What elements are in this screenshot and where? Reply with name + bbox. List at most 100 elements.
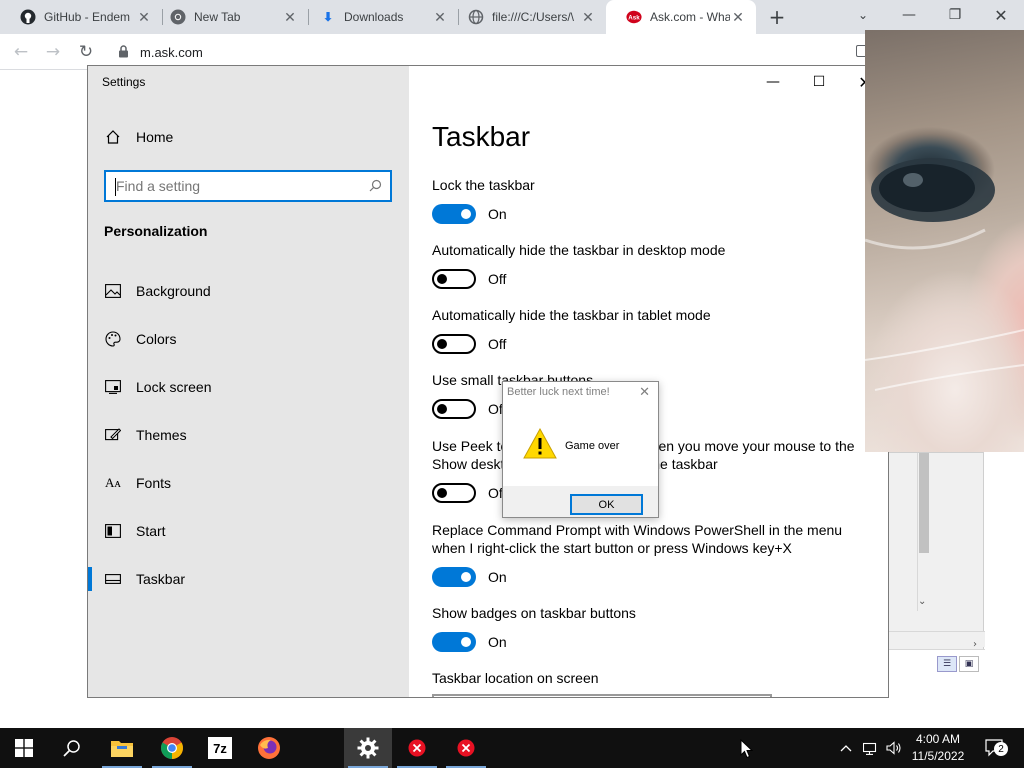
forward-arrow-icon[interactable]: → <box>42 41 64 63</box>
browser-tab-strip: GitHub - Endem ✕ New Tab ✕ ⬇ Downloads ✕… <box>0 0 1024 34</box>
browser-tab-ask[interactable]: Ask Ask.com - What ✕ <box>606 0 756 34</box>
nav-item-label: Background <box>136 283 211 299</box>
network-icon[interactable] <box>860 728 882 768</box>
fonts-icon: Aᴀ <box>105 475 121 490</box>
github-icon <box>20 9 36 25</box>
badges-toggle[interactable] <box>432 632 476 652</box>
mouse-pointer-icon <box>740 739 754 759</box>
error-app-button[interactable] <box>393 728 441 768</box>
browser-tab-downloads[interactable]: ⬇ Downloads ✕ <box>300 0 458 34</box>
palette-icon <box>104 330 122 348</box>
search-button[interactable] <box>48 728 96 768</box>
scroll-down-icon[interactable]: ⌄ <box>918 596 926 607</box>
warning-icon <box>523 428 557 459</box>
browser-tab-github[interactable]: GitHub - Endem ✕ <box>0 0 162 34</box>
ok-button[interactable]: OK <box>570 494 643 515</box>
text-caret <box>115 178 116 196</box>
close-tab-icon[interactable]: ✕ <box>730 9 746 25</box>
lock-screen-icon <box>104 378 122 396</box>
windows-logo-icon <box>15 739 33 757</box>
search-icon[interactable] <box>369 179 382 196</box>
option-label: Lock the taskbar <box>432 177 535 193</box>
show-hidden-icons-chevron-icon[interactable] <box>836 728 856 768</box>
dialog-footer: OK <box>503 486 658 517</box>
nav-item-fonts[interactable]: Aᴀ Fonts <box>88 463 409 503</box>
window-title: Settings <box>102 75 146 89</box>
nav-item-label: Themes <box>136 427 187 443</box>
browser-tab-file[interactable]: file:///C:/Users/\ ✕ <box>448 0 606 34</box>
firefox-icon <box>258 737 280 759</box>
toggle-state: On <box>488 206 507 222</box>
start-button[interactable] <box>0 728 48 768</box>
dialog-message: Game over <box>565 440 620 452</box>
details-view-icon[interactable]: ☰ <box>937 656 957 672</box>
svg-text:Ask: Ask <box>628 15 640 22</box>
nav-item-lock-screen[interactable]: Lock screen <box>88 367 409 407</box>
page-title: Taskbar <box>432 121 531 152</box>
error-app-button[interactable] <box>442 728 490 768</box>
search-input[interactable] <box>116 178 360 194</box>
address-bar[interactable]: m.ask.com <box>110 39 870 65</box>
error-icon <box>457 739 475 757</box>
reload-icon[interactable]: ↻ <box>75 41 97 63</box>
close-tab-icon[interactable]: ✕ <box>432 9 448 25</box>
toggle-state: Off <box>488 336 507 352</box>
powershell-toggle[interactable] <box>432 567 476 587</box>
dialog-close-icon[interactable]: ✕ <box>639 385 650 400</box>
taskbar-location-dropdown[interactable] <box>432 694 772 697</box>
nav-item-themes[interactable]: Themes <box>88 415 409 455</box>
option-label: Automatically hide the taskbar in tablet… <box>432 307 711 323</box>
maximize-icon[interactable]: ☐ <box>796 70 842 94</box>
toggle-knob <box>461 209 471 219</box>
chrome-icon <box>170 9 186 25</box>
system-clock[interactable]: 4:00 AM 11/5/2022 <box>898 731 978 765</box>
horizontal-scrollbar[interactable] <box>889 631 985 647</box>
nav-item-label: Lock screen <box>136 379 212 395</box>
firefox-button[interactable] <box>245 728 293 768</box>
back-arrow-icon[interactable]: ← <box>10 41 32 63</box>
find-setting-search[interactable] <box>104 170 392 202</box>
settings-button[interactable] <box>344 728 392 768</box>
dialog-title: Better luck next time! <box>507 386 610 398</box>
section-heading: Personalization <box>104 223 208 239</box>
tab-search-chevron-icon[interactable]: ⌄ <box>840 0 886 30</box>
nav-item-start[interactable]: Start <box>88 511 409 551</box>
home-label: Home <box>136 129 174 145</box>
toggle-knob <box>461 572 471 582</box>
nav-item-taskbar[interactable]: Taskbar <box>88 559 409 599</box>
toggle-knob <box>437 274 447 284</box>
chrome-button[interactable] <box>148 728 196 768</box>
tab-title: Downloads <box>344 10 404 24</box>
autohide-desktop-toggle[interactable] <box>432 269 476 289</box>
option-label: Taskbar location on screen <box>432 670 599 686</box>
scrollbar-thumb[interactable] <box>919 453 929 553</box>
peek-toggle[interactable] <box>432 483 476 503</box>
minimize-icon[interactable]: — <box>886 0 932 30</box>
close-tab-icon[interactable]: ✕ <box>282 9 298 25</box>
browser-tab-newtab[interactable]: New Tab ✕ <box>150 0 308 34</box>
lock-taskbar-toggle[interactable] <box>432 204 476 224</box>
url-text: m.ask.com <box>140 44 203 60</box>
small-buttons-toggle[interactable] <box>432 399 476 419</box>
nav-item-label: Fonts <box>136 475 172 491</box>
minimize-icon[interactable]: — <box>750 70 796 94</box>
nav-item-background[interactable]: Background <box>88 271 409 311</box>
toggle-knob <box>437 488 447 498</box>
nav-item-label: Taskbar <box>136 571 186 587</box>
close-tab-icon[interactable]: ✕ <box>580 9 596 25</box>
file-explorer-button[interactable] <box>98 728 146 768</box>
large-icons-view-icon[interactable]: ▣ <box>959 656 979 672</box>
7zip-button[interactable]: 7z <box>196 728 244 768</box>
7zip-icon: 7z <box>208 737 232 759</box>
action-center-button[interactable]: 2 <box>980 728 1010 768</box>
home-link[interactable]: Home <box>104 128 173 146</box>
new-tab-button[interactable]: + <box>766 5 788 29</box>
search-icon <box>63 740 80 757</box>
restore-icon[interactable]: ❐ <box>932 0 978 30</box>
nav-item-colors[interactable]: Colors <box>88 319 409 359</box>
folder-icon <box>111 741 133 757</box>
cat-photo <box>865 30 1024 452</box>
autohide-tablet-toggle[interactable] <box>432 334 476 354</box>
close-browser-icon[interactable]: ✕ <box>978 0 1024 30</box>
status-bar: ☰ ▣ <box>889 649 985 679</box>
